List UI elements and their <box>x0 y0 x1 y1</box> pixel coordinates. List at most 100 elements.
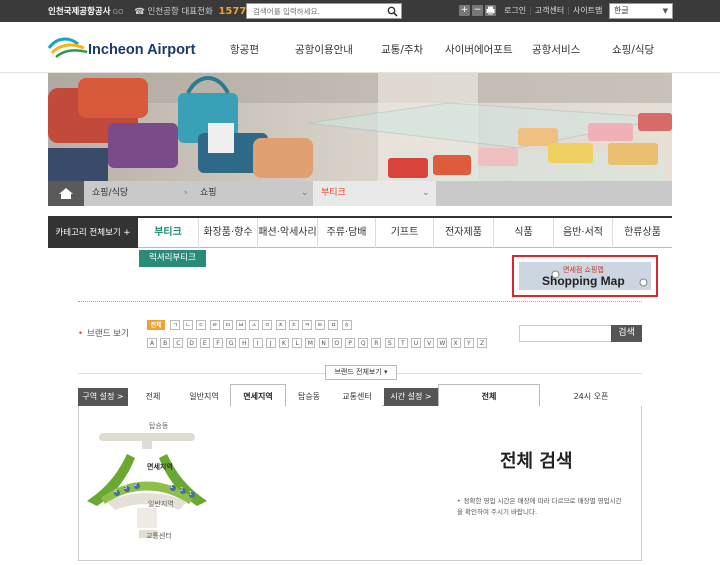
breadcrumb-item-boutique[interactable]: 부티크 <box>313 181 436 206</box>
brand-filter-label: • 브랜드 보기 <box>78 329 129 339</box>
brand-key-korean[interactable]: ㅊ <box>288 320 299 330</box>
nav-flights[interactable]: 항공편 <box>230 42 259 57</box>
sitemap-link[interactable]: 사이트맵 <box>573 6 602 15</box>
incheon-airport-logo-icon[interactable] <box>47 36 88 62</box>
brand-key-alpha[interactable]: R <box>371 338 382 348</box>
brand-key-korean[interactable]: ㅈ <box>275 320 286 330</box>
language-value: 한글 <box>614 6 629 15</box>
result-title: 전체 검색 <box>500 451 573 472</box>
breadcrumb-item-shopping-dining[interactable]: 쇼핑/식당 <box>92 181 192 206</box>
subtab-luxury-boutique[interactable]: 럭셔리부티크 <box>139 250 206 267</box>
tab-cosmetics[interactable]: 화장품·향수 <box>198 218 257 248</box>
brand-key-alpha[interactable]: P <box>345 338 355 348</box>
brand-key-korean[interactable]: ㅎ <box>341 320 352 330</box>
category-all-button[interactable]: 카테고리 전체보기 + <box>48 218 138 248</box>
search-icon[interactable] <box>387 6 398 20</box>
brand-key-alpha[interactable]: O <box>331 338 342 348</box>
brand-key-alpha[interactable]: Z <box>477 338 487 348</box>
brand-key-alpha[interactable]: L <box>292 338 303 348</box>
brand-key-korean[interactable]: ㅌ <box>315 320 326 330</box>
login-link[interactable]: 로그인 <box>504 6 526 15</box>
customer-center-link[interactable]: 고객센터 <box>535 6 564 15</box>
time-tab-all[interactable]: 전체 <box>438 384 540 407</box>
time-tab-24h[interactable]: 24시 오픈 <box>540 388 642 406</box>
tab-food[interactable]: 식품 <box>493 218 553 248</box>
font-size-decrease-button[interactable]: − <box>472 5 483 16</box>
brand-key-korean[interactable]: ㄷ <box>196 320 207 330</box>
org-name-link[interactable]: 인천국제공항공사 <box>48 7 111 17</box>
area-tab-concourse[interactable]: 탑승동 <box>286 388 332 406</box>
area-tab-general[interactable]: 일반지역 <box>178 388 230 406</box>
tab-boutique[interactable]: 부티크 <box>138 218 198 248</box>
shopping-map-button[interactable]: 면세점 쇼핑맵 Shopping Map <box>519 262 651 290</box>
filter-row: 구역 설정 > 전체 일반지역 면세지역 탑승동 교통센터 시간 설정 > 전체… <box>78 384 642 407</box>
tab-electronics[interactable]: 전자제품 <box>433 218 493 248</box>
brand-key-alpha[interactable]: K <box>279 338 289 348</box>
nav-shopping-dining[interactable]: 쇼핑/식당 <box>612 42 654 57</box>
brand-key-alpha[interactable]: U <box>411 338 421 348</box>
nav-airport-guide[interactable]: 공항이용안내 <box>295 42 353 57</box>
nav-airport-services[interactable]: 공항서비스 <box>532 42 580 57</box>
brand-key-alpha[interactable]: M <box>305 338 316 348</box>
org-go-label[interactable]: GO <box>113 8 124 16</box>
brand-all-view-button[interactable]: 브랜드 전체보기 ▾ <box>325 365 397 380</box>
search-input[interactable] <box>247 4 383 18</box>
brand-key-alpha[interactable]: T <box>397 338 408 348</box>
brand-key-alpha[interactable]: W <box>437 338 448 348</box>
font-size-increase-button[interactable]: + <box>459 5 470 16</box>
brand-key-alpha[interactable]: S <box>384 338 395 348</box>
brand-key-alpha[interactable]: Y <box>463 338 474 348</box>
area-tab-all[interactable]: 전체 <box>128 388 178 406</box>
brand-key-korean[interactable]: ㅍ <box>328 320 339 330</box>
brand-key-korean[interactable]: ㅁ <box>222 320 233 330</box>
map-pin-icon <box>639 272 648 291</box>
nav-transport-parking[interactable]: 교통/주차 <box>381 42 423 57</box>
brand-key-alpha[interactable]: J <box>265 338 276 348</box>
brand-key-alpha[interactable]: V <box>424 338 435 348</box>
brand-key-alpha[interactable]: H <box>239 338 250 348</box>
brand-key-alpha[interactable]: C <box>173 338 184 348</box>
brand-key-korean[interactable]: ㅋ <box>302 320 312 330</box>
brand-key-korean[interactable]: ㄱ <box>170 320 180 330</box>
map-label-general[interactable]: 일반지역 <box>148 499 174 509</box>
tab-gift[interactable]: 기프트 <box>375 218 433 248</box>
tab-fashion[interactable]: 패션·악세사리 <box>257 218 317 248</box>
shopping-map-banner[interactable]: 면세점 쇼핑맵 Shopping Map <box>512 255 658 297</box>
brand-key-alpha[interactable]: B <box>160 338 171 348</box>
brand-key-alpha[interactable]: X <box>450 338 461 348</box>
brand-search-button[interactable]: 검색 <box>611 325 642 342</box>
home-icon[interactable] <box>48 181 84 206</box>
brand-key-alpha[interactable]: E <box>199 338 210 348</box>
brand-key-korean[interactable]: ㄴ <box>183 320 194 330</box>
gate-number: 2 <box>180 487 184 493</box>
tab-hallyu[interactable]: 한류상품 <box>612 218 672 248</box>
map-label-duty-free[interactable]: 면세지역 <box>147 462 173 472</box>
map-label-transport-center[interactable]: 교통센터 <box>146 531 172 541</box>
brand-key-alpha[interactable]: F <box>213 338 223 348</box>
brand-key-alpha[interactable]: G <box>226 338 237 348</box>
brand-key-alpha[interactable]: D <box>186 338 197 348</box>
tab-liquor-tobacco[interactable]: 주류·담배 <box>317 218 375 248</box>
chevron-down-icon[interactable]: ⌄ <box>301 181 309 206</box>
brand-key-korean[interactable]: ㅂ <box>236 320 246 330</box>
chevron-down-icon[interactable]: ⌄ <box>422 181 430 206</box>
logo-text[interactable]: Incheon Airport <box>88 42 195 58</box>
brand-key-alpha[interactable]: Q <box>358 338 369 348</box>
brand-key-all[interactable]: 전체 <box>147 320 165 330</box>
brand-search-input[interactable] <box>519 325 612 342</box>
nav-cyber-airport[interactable]: 사이버에어포트 <box>445 42 513 57</box>
brand-key-korean[interactable]: ㅇ <box>262 320 273 330</box>
airport-terminal-map[interactable] <box>79 406 279 560</box>
area-tab-transport-center[interactable]: 교통센터 <box>332 388 382 406</box>
brand-key-alpha[interactable]: A <box>147 338 157 348</box>
language-select[interactable]: 한글 ▼ <box>609 3 673 19</box>
brand-key-korean[interactable]: ㄹ <box>209 320 220 330</box>
print-icon[interactable] <box>485 5 496 16</box>
map-label-concourse[interactable]: 탑승동 <box>149 421 168 431</box>
breadcrumb-item-shopping[interactable]: 쇼핑 <box>200 181 310 206</box>
area-tab-duty-free[interactable]: 면세지역 <box>230 384 286 407</box>
brand-key-alpha[interactable]: I <box>252 338 263 348</box>
brand-key-korean[interactable]: ㅅ <box>249 320 260 330</box>
brand-key-alpha[interactable]: N <box>318 338 329 348</box>
tab-music-books[interactable]: 음반·서적 <box>553 218 612 248</box>
